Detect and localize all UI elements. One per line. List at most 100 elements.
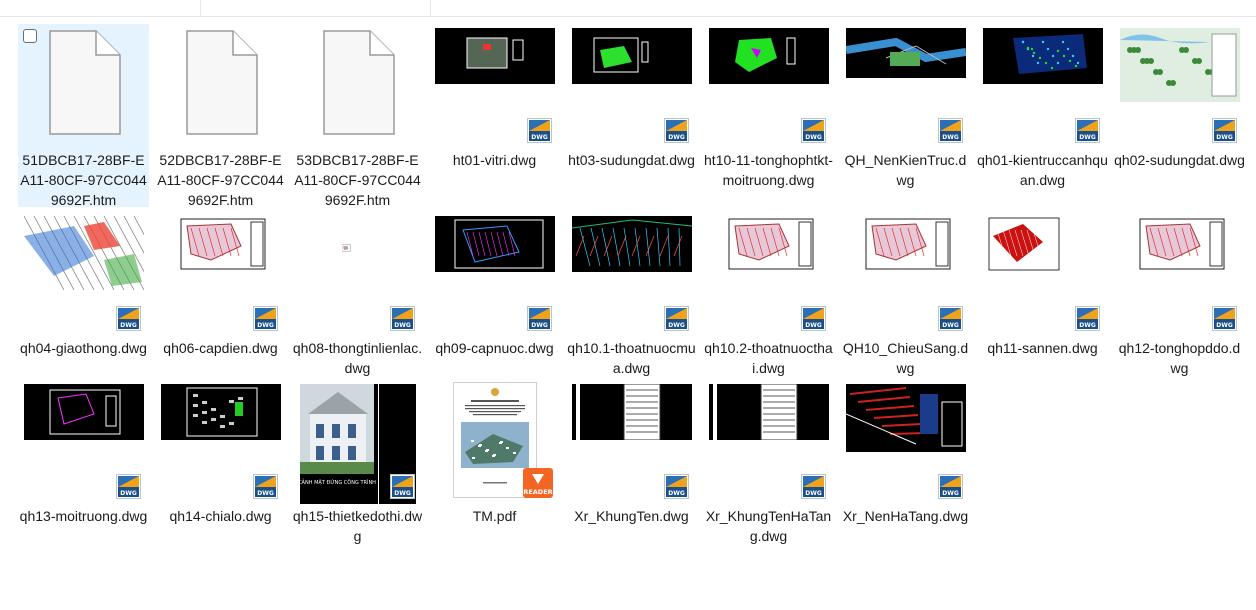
dwg-file-icon: DWG [116, 306, 141, 331]
dwg-file-icon: DWG [664, 474, 689, 499]
svg-text:DWG: DWG [531, 134, 548, 141]
file-name-label: qh12-tonghopddo.dwg [1118, 340, 1241, 376]
dwg-file-icon: DWG [664, 118, 689, 143]
file-name-label: qh06-capdien.dwg [163, 340, 278, 356]
file-name-label: Xr_KhungTenHaTang.dwg [705, 508, 832, 544]
file-name-label: qh15-thietkedothi.dwg [292, 508, 423, 544]
file-item[interactable]: 53DBCB17-28BF-EA11-80CF-97CC0449692F.htm [292, 24, 423, 208]
file-item[interactable]: DWG ht10-11-tonghophtkt-moitruong.dwg [703, 24, 834, 207]
file-name-label: ht03-sudungdat.dwg [568, 152, 695, 168]
svg-text:DWG: DWG [805, 322, 822, 329]
file-item[interactable]: DWG QH_NenKienTruc.dwg [840, 24, 971, 207]
svg-text:DWG: DWG [805, 490, 822, 497]
toolbar-strip [0, 0, 1256, 17]
blank-document-icon [297, 28, 418, 144]
svg-text:DWG: DWG [120, 490, 137, 497]
dwg-file-icon: DWG [664, 306, 689, 331]
file-name-label: qh09-capnuoc.dwg [435, 340, 554, 356]
file-item[interactable]: DWG qh12-tonghopddo.dwg [1114, 212, 1245, 395]
svg-text:DWG: DWG [1079, 134, 1096, 141]
file-name-label: qh01-kientruccanhquan.dwg [977, 152, 1108, 188]
svg-text:DWG: DWG [1216, 322, 1233, 329]
svg-text:DWG: DWG [805, 134, 822, 141]
file-name-label: qh10.2-thoatnuocthai.dwg [704, 340, 833, 376]
blank-document-icon [160, 28, 281, 144]
file-name-label: QH_NenKienTruc.dwg [844, 152, 967, 188]
file-grid: 51DBCB17-28BF-EA11-80CF-97CC0449692F.htm… [18, 24, 1256, 610]
svg-text:DWG: DWG [257, 490, 274, 497]
dwg-file-icon: DWG [253, 474, 278, 499]
file-item[interactable]: DWG qh11-sannen.dwg [977, 212, 1108, 395]
file-item[interactable]: DWG qh02-sudungdat.dwg [1114, 24, 1245, 207]
toolbar-divider [430, 0, 431, 16]
file-name-label: ht10-11-tonghophtkt-moitruong.dwg [704, 152, 833, 188]
file-name-label: qh04-giaothong.dwg [20, 340, 147, 356]
file-name-label: QH10_ChieuSang.dwg [842, 340, 969, 376]
file-item[interactable]: DWG qh01-kientruccanhquan.dwg [977, 24, 1108, 207]
dwg-file-icon: DWG [938, 118, 963, 143]
file-name-label: TM.pdf [472, 508, 517, 524]
svg-text:DWG: DWG [257, 322, 274, 329]
file-name-label: qh13-moitruong.dwg [19, 508, 148, 524]
file-name-label: 51DBCB17-28BF-EA11-80CF-97CC0449692F.htm [20, 152, 147, 208]
pdf-reader-icon: READER [523, 468, 553, 498]
file-item[interactable]: DWG qh14-chialo.dwg [155, 380, 286, 563]
file-item[interactable]: 51DBCB17-28BF-EA11-80CF-97CC0449692F.htm [18, 24, 149, 208]
svg-text:DWG: DWG [1216, 134, 1233, 141]
file-item[interactable]: 52DBCB17-28BF-EA11-80CF-97CC0449692F.htm [155, 24, 286, 208]
file-item[interactable]: DWG qh10.2-thoatnuocthai.dwg [703, 212, 834, 395]
dwg-file-icon: DWG [390, 306, 415, 331]
file-name-label: qh10.1-thoatnuocmua.dwg [567, 340, 696, 376]
dwg-file-icon: DWG [527, 118, 552, 143]
svg-text:DWG: DWG [942, 322, 959, 329]
svg-text:DWG: DWG [668, 490, 685, 497]
file-name-label: qh02-sudungdat.dwg [1114, 152, 1245, 168]
file-item[interactable]: CẢNH MẶT ĐỨNG CÔNG TRÌNH DWG qh15-thietk… [292, 380, 423, 563]
file-item[interactable]: DWG ht03-sudungdat.dwg [566, 24, 697, 207]
file-name-label: 53DBCB17-28BF-EA11-80CF-97CC0449692F.htm [294, 152, 421, 208]
dwg-file-icon: DWG [1212, 118, 1237, 143]
svg-text:DWG: DWG [668, 322, 685, 329]
file-item[interactable]: DWG qh09-capnuoc.dwg [429, 212, 560, 395]
dwg-file-icon: DWG [938, 306, 963, 331]
blank-document-icon [23, 28, 144, 144]
svg-text:DWG: DWG [394, 490, 411, 497]
file-item[interactable]: DWG Xr_KhungTen.dwg [566, 380, 697, 563]
dwg-file-icon: DWG [253, 306, 278, 331]
file-item[interactable]: DWG Xr_KhungTenHaTang.dwg [703, 380, 834, 563]
file-name-label: qh11-sannen.dwg [987, 340, 1098, 356]
file-item[interactable]: DWG QH10_ChieuSang.dwg [840, 212, 971, 395]
dwg-file-icon: DWG [801, 306, 826, 331]
dwg-file-icon: DWG [1212, 306, 1237, 331]
file-item[interactable]: DWG Xr_NenHaTang.dwg [840, 380, 971, 563]
svg-text:DWG: DWG [531, 322, 548, 329]
svg-text:DWG: DWG [942, 134, 959, 141]
dwg-file-icon: DWG [801, 118, 826, 143]
dwg-file-icon: DWG [116, 474, 141, 499]
file-item[interactable]: DWG qh04-giaothong.dwg [18, 212, 149, 395]
file-name-label: Xr_KhungTen.dwg [574, 508, 689, 524]
svg-text:DWG: DWG [120, 322, 137, 329]
file-item[interactable]: READER TM.pdf [429, 380, 560, 563]
svg-text:DWG: DWG [942, 490, 959, 497]
svg-text:DWG: DWG [1079, 322, 1096, 329]
selection-checkbox[interactable] [23, 29, 37, 43]
file-name-label: qh08-thongtinlienlac.dwg [292, 340, 423, 376]
file-item[interactable]: DWG qh13-moitruong.dwg [18, 380, 149, 563]
file-name-label: ht01-vitri.dwg [452, 152, 537, 168]
file-name-label: 52DBCB17-28BF-EA11-80CF-97CC0449692F.htm [157, 152, 284, 208]
file-item[interactable]: DWG ht01-vitri.dwg [429, 24, 560, 207]
file-name-label: qh14-chialo.dwg [169, 508, 272, 524]
svg-text:DWG: DWG [668, 134, 685, 141]
dwg-file-icon: DWG [801, 474, 826, 499]
svg-text:CẢNH MẶT ĐỨNG CÔNG TRÌNH: CẢNH MẶT ĐỨNG CÔNG TRÌNH [300, 478, 376, 486]
dwg-file-icon: DWG [938, 474, 963, 499]
file-item[interactable]: DWG qh10.1-thoatnuocmua.dwg [566, 212, 697, 395]
dwg-file-icon: DWG [527, 306, 552, 331]
dwg-file-icon: DWG [1075, 306, 1100, 331]
dwg-file-icon: DWG [1075, 118, 1100, 143]
svg-text:READER: READER [523, 488, 552, 496]
file-item[interactable]: DWG qh08-thongtinlienlac.dwg [292, 212, 423, 395]
dwg-file-icon: DWG [390, 474, 415, 499]
file-item[interactable]: DWG qh06-capdien.dwg [155, 212, 286, 395]
